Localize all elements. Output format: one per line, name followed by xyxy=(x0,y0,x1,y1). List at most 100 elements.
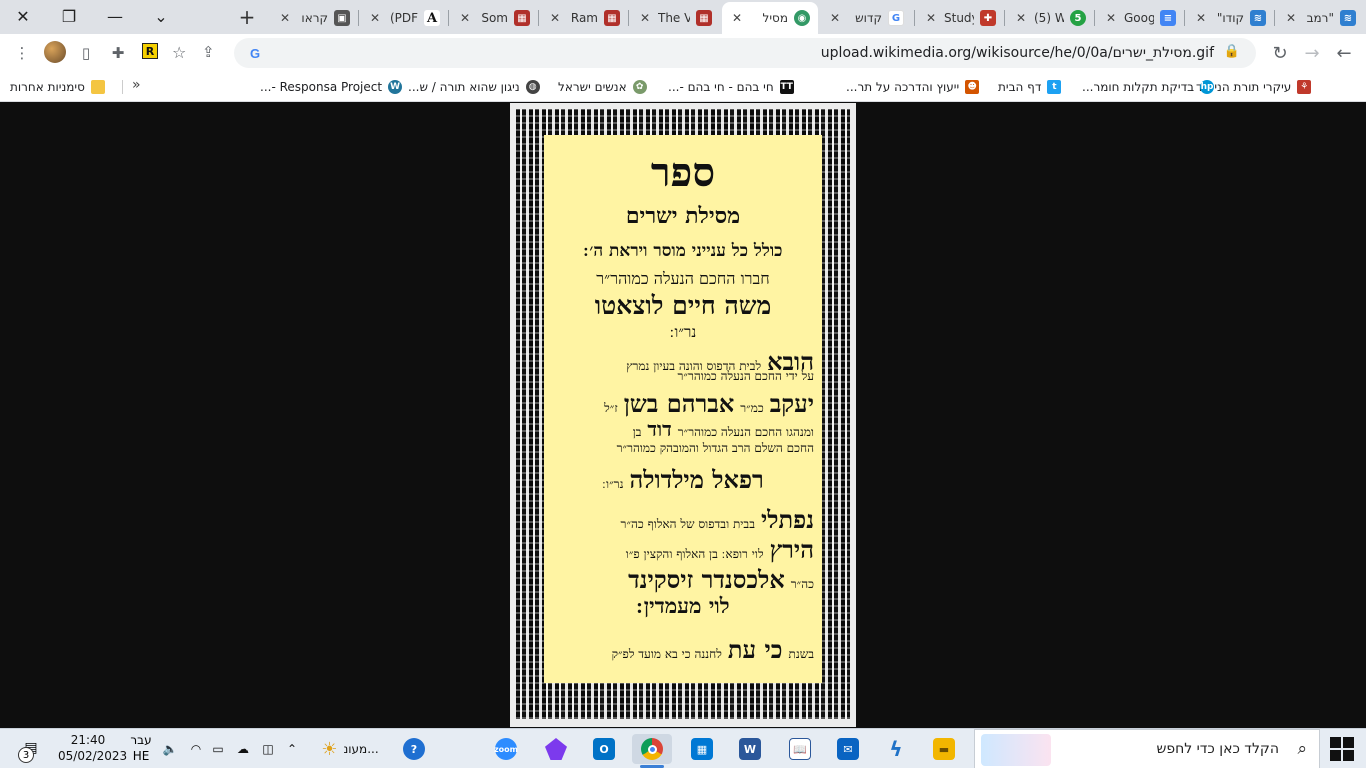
bookmark-item[interactable]: ✿ אנשים ישראל xyxy=(558,77,647,97)
bookmark-item[interactable]: ◍ ניגון שהוא תורה / ש... xyxy=(408,77,540,97)
google-docs-icon: ≡ xyxy=(1160,10,1176,26)
url-text[interactable]: upload.wikimedia.org/wikisource/he/0/0a/… xyxy=(821,45,1214,61)
language-indicator[interactable]: עבר HE xyxy=(128,732,154,764)
other-bookmarks-folder[interactable]: סימניות אחרות xyxy=(10,77,105,97)
wordpress-icon: W xyxy=(388,80,403,94)
zoom-icon[interactable]: zoom xyxy=(486,734,526,764)
bookmark-item[interactable]: W Responsa Project -... xyxy=(260,77,403,97)
scanned-title-page[interactable]: ספר מסילת ישרים כולל כל ענייני מוסר וירא… xyxy=(510,103,856,727)
mail-icon[interactable]: ✉ xyxy=(828,734,868,764)
close-tab-icon[interactable]: ✕ xyxy=(638,11,652,25)
forward-button[interactable]: → xyxy=(1298,39,1326,67)
printer-line: רפאל מילדולה נר״ו ׃ xyxy=(602,465,764,494)
chevron-up-icon[interactable]: ⌃ xyxy=(282,734,302,764)
solitaire-icon[interactable]: ϟ xyxy=(876,734,916,764)
bookmark-item[interactable]: TT חי בהם - חי בהם -... xyxy=(668,77,794,97)
lock-icon[interactable]: 🔒 xyxy=(1224,44,1240,59)
store-icon[interactable]: ▦ xyxy=(682,734,722,764)
notification-badge: 3 xyxy=(18,747,34,763)
word-icon[interactable]: W xyxy=(730,734,770,764)
tab[interactable]: ✕ קדוש G xyxy=(820,4,912,32)
share-icon[interactable]: ⇪ xyxy=(202,43,215,61)
chrome-icon[interactable] xyxy=(632,734,672,768)
tab[interactable]: ✕ "קודו ≋ xyxy=(1186,4,1274,32)
shield-icon: ✚ xyxy=(980,10,996,26)
bookmarks-overflow-button[interactable]: » xyxy=(132,77,141,93)
bookmark-item[interactable]: ☻ ייעוץ והדרכה על תר... xyxy=(846,77,980,97)
new-tab-button[interactable]: + xyxy=(234,4,260,30)
tab-search-button[interactable]: ⌄ xyxy=(138,0,184,32)
profile-avatar[interactable] xyxy=(44,41,66,63)
back-arrow-icon: ← xyxy=(1336,42,1352,64)
clock[interactable]: 21:40 05/02/2023 xyxy=(58,732,127,764)
tree-icon: ⚘ xyxy=(1297,80,1312,94)
address-bar[interactable]: ☆ ⇪ G upload.wikimedia.org/wikisource/he… xyxy=(172,38,1256,68)
bookmark-item[interactable]: t דף הבית xyxy=(998,77,1062,97)
publisher-line: כה״ר אלכסנדר זיסקינד xyxy=(628,565,814,594)
menu-button[interactable]: ⋮ xyxy=(8,39,36,67)
close-tab-icon[interactable]: ✕ xyxy=(1014,11,1028,25)
reload-button[interactable]: ↻ xyxy=(1266,39,1294,67)
reader-icon[interactable]: 📖 xyxy=(780,734,820,764)
battery-icon[interactable]: ▭ xyxy=(208,734,228,764)
side-panel-button[interactable]: ▯ xyxy=(72,39,100,67)
tab[interactable]: ✕ Study ✚ xyxy=(916,4,1004,32)
printer-line: ומנהגו החכם הנעלה כמוהר״ר דוד בן xyxy=(632,417,814,441)
close-tab-icon[interactable]: ✕ xyxy=(1194,11,1208,25)
tab-active[interactable]: ✕ מסיל ◉ xyxy=(722,2,818,34)
description-line: כולל כל ענייני מוסר ויראת ה׳ ׃ xyxy=(583,241,783,261)
bookmarks-bar: סימניות אחרות » ⚘ עיקרי תורת הניקוד hp ב… xyxy=(0,72,1366,102)
wifi-icon[interactable]: ◠ xyxy=(186,734,206,764)
forward-arrow-icon: → xyxy=(1304,42,1320,64)
window-restore-button[interactable]: ❐ xyxy=(46,0,92,32)
year-line: בשנת כי עת לחננה כי בא מועד לפ״ק xyxy=(611,635,814,664)
book-icon: ▦ xyxy=(696,10,712,26)
tab[interactable]: ✕ Som ▦ xyxy=(450,4,538,32)
close-tab-icon[interactable]: ✕ xyxy=(458,11,472,25)
close-tab-icon[interactable]: ✕ xyxy=(278,11,292,25)
window-minimize-button[interactable]: — xyxy=(92,0,138,32)
extension-r-icon[interactable]: R xyxy=(142,43,158,59)
obsidian-icon[interactable] xyxy=(536,734,576,764)
window-close-button[interactable]: ✕ xyxy=(0,0,46,32)
help-icon[interactable]: ? xyxy=(400,734,428,764)
close-tab-icon[interactable]: ✕ xyxy=(548,11,562,25)
close-tab-icon[interactable]: ✕ xyxy=(828,11,842,25)
tab[interactable]: ✕ Ram ▦ xyxy=(540,4,628,32)
book-word: ספר xyxy=(650,149,716,196)
tab[interactable]: ✕ The V ▦ xyxy=(630,4,720,32)
plus-icon: + xyxy=(238,5,256,29)
close-tab-icon[interactable]: ✕ xyxy=(730,11,744,25)
tab-separator xyxy=(1184,10,1185,26)
onedrive-icon[interactable]: ☁ xyxy=(232,734,254,764)
taskbar-search-box[interactable]: הקלד כאן כדי לחפש ⌕ xyxy=(974,729,1320,768)
close-tab-icon[interactable]: ✕ xyxy=(1104,11,1118,25)
book-title: מסילת ישרים xyxy=(625,203,741,229)
volume-icon[interactable]: 🔈 xyxy=(160,734,180,764)
tt-icon: TT xyxy=(779,80,794,94)
tab[interactable]: ✕ (5) W 5 xyxy=(1006,4,1094,32)
bookmark-item[interactable]: hp בדיקת תקלות חומר... xyxy=(1082,77,1215,97)
extensions-button[interactable]: ✚ xyxy=(104,39,132,67)
close-tab-icon[interactable]: ✕ xyxy=(924,11,938,25)
close-tab-icon[interactable]: ✕ xyxy=(1284,11,1298,25)
printer-line: החכם השלם הרב הגדול והמובהק כמוהר״ר xyxy=(616,441,814,455)
hebrewbooks-icon: ≋ xyxy=(1340,10,1356,26)
file-explorer-icon[interactable]: ▬ xyxy=(924,734,964,764)
tab[interactable]: ✕ (PDF A xyxy=(360,4,448,32)
weather-widget[interactable]: ☀ מעונ... xyxy=(312,734,388,764)
start-button[interactable] xyxy=(1330,737,1354,761)
camera-icon[interactable]: ◫ xyxy=(258,734,278,764)
tab[interactable]: ✕ קראו ▣ xyxy=(270,4,358,32)
close-tab-icon[interactable]: ✕ xyxy=(368,11,382,25)
printer-line: על ידי החכם הנעלה כמוהר״ר xyxy=(677,369,815,383)
tab[interactable]: ✕ Goog ≡ xyxy=(1096,4,1184,32)
tab[interactable]: ✕ רמב" ≋ xyxy=(1276,4,1364,32)
outlook-icon[interactable]: O xyxy=(584,734,624,764)
back-button[interactable]: ← xyxy=(1330,39,1358,67)
hp-icon: hp xyxy=(1200,80,1215,94)
puzzle-icon: ✚ xyxy=(111,44,125,62)
reload-icon: ↻ xyxy=(1272,42,1288,64)
publisher-name: לוי מעמדין ׃ xyxy=(636,593,730,618)
bookmark-star-icon[interactable]: ☆ xyxy=(172,43,186,62)
